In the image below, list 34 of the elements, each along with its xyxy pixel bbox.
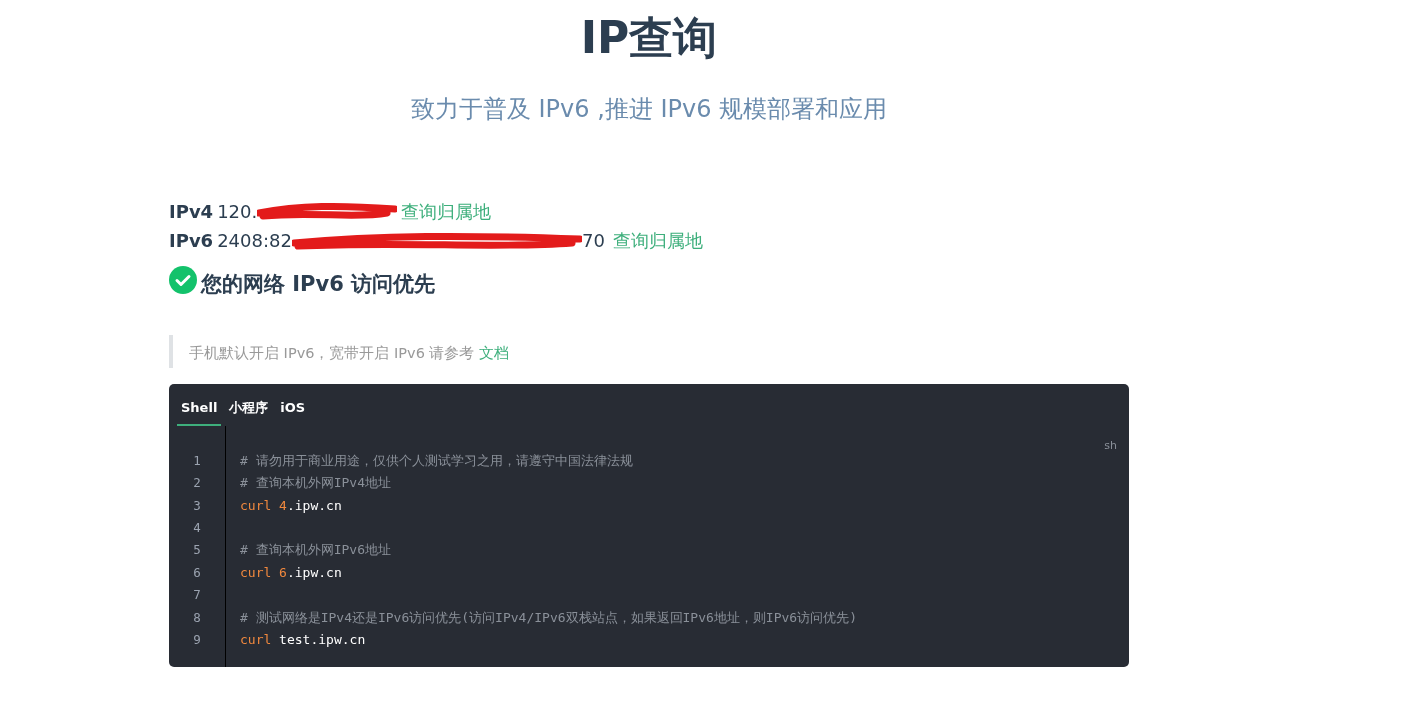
code-tab[interactable]: 小程序 bbox=[225, 392, 273, 426]
line-number: 9 bbox=[192, 631, 202, 650]
line-number: 3 bbox=[192, 496, 202, 515]
line-number: 8 bbox=[192, 608, 202, 627]
line-number: 5 bbox=[192, 541, 202, 560]
address-value: 2408:82 bbox=[217, 229, 292, 253]
code-token: test.ipw.cn bbox=[279, 632, 366, 648]
code-token: # 查询本机外网IPv4地址 bbox=[240, 475, 391, 491]
code-tab[interactable]: iOS bbox=[276, 392, 310, 426]
status-text: 您的网络 IPv6 访问优先 bbox=[201, 271, 436, 299]
language-label: sh bbox=[1104, 437, 1117, 454]
line-number: 7 bbox=[192, 586, 202, 605]
code-token: .ipw.cn bbox=[286, 564, 342, 580]
line-number: 4 bbox=[192, 519, 202, 538]
line-number: 2 bbox=[192, 474, 202, 493]
line-number: 6 bbox=[192, 563, 202, 582]
code-token: curl bbox=[240, 497, 272, 513]
code-token: 6 bbox=[279, 564, 287, 580]
address-value: 70 bbox=[581, 229, 605, 253]
address-label: IPv6 bbox=[169, 229, 214, 253]
address-label: IPv4 bbox=[169, 199, 214, 224]
code-token: curl bbox=[240, 564, 272, 580]
line-number: 1 bbox=[192, 451, 202, 470]
page-title: IP查询 bbox=[579, 12, 719, 65]
code-token: # 请勿用于商业用途，仅供个人测试学习之用，请遵守中国法律法规 bbox=[240, 452, 633, 468]
code-token: .ipw.cn bbox=[286, 497, 342, 513]
code-token: # 查询本机外网IPv6地址 bbox=[240, 542, 391, 558]
code-token: # 测试网络是IPv4还是IPv6访问优先(访问IPv4/IPv6双栈站点，如果返回IPv6地址，则IPv6访问优先) bbox=[240, 609, 857, 625]
note-text: 手机默认开启 IPv6，宽带开启 IPv6 请参考 文档 bbox=[169, 334, 1129, 369]
subtitle: 致力于普及 IPv6 ,推进 IPv6 规模部署和应用 bbox=[409, 93, 889, 125]
code-token: curl bbox=[240, 632, 272, 648]
address-value: 120. bbox=[217, 199, 258, 224]
code-token: 4 bbox=[279, 497, 287, 513]
code-tab[interactable]: Shell bbox=[177, 392, 222, 426]
